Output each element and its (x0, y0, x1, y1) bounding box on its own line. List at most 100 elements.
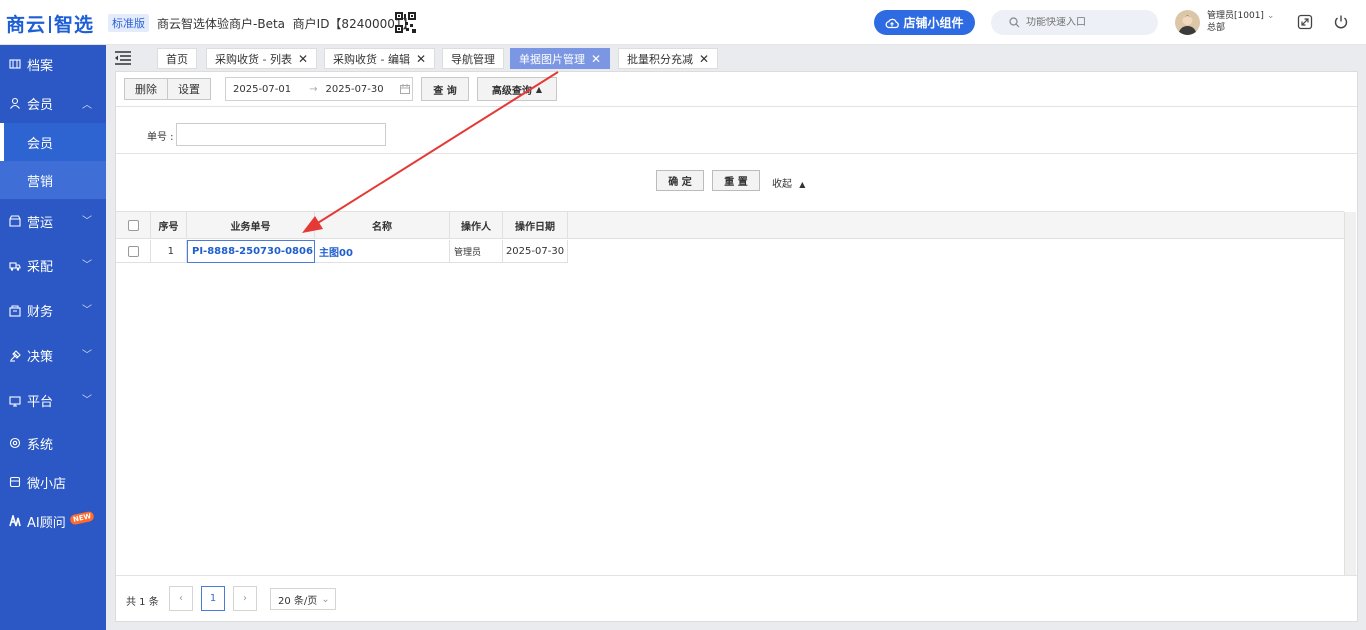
truck-icon (9, 261, 21, 271)
logo: 商云 智选 (6, 14, 95, 36)
user-icon (10, 97, 20, 109)
prev-page-button[interactable]: ‹ (169, 586, 193, 611)
collapse-toggle[interactable]: 收起 ▲ (772, 175, 805, 190)
tabs-bar: 首页 采购收货 - 列表 ✕ 采购收货 - 编辑 ✕ 导航管理 单据图片管理 ✕ 批量… (106, 45, 1366, 71)
tab-purchase-receipt-edit[interactable]: 采购收货 - 编辑 ✕ (324, 48, 436, 69)
top-bar: 商云 智选 标准版 商云智选体验商户-Beta 商户ID【82400001】 店铺… (0, 0, 1366, 45)
confirm-button[interactable]: 确 定 (656, 170, 704, 191)
monitor-icon (9, 395, 21, 407)
doc-no-cell[interactable]: PI-8888-250730-0806 (187, 240, 315, 263)
sidebar: 档案 会员 ︿ 会员 营销 营运 ﹀ 采配 ﹀ 财务 ﹀ 决策 ﹀ 平台 ﹀ 系… (0, 45, 106, 630)
search-input[interactable] (1026, 17, 1146, 28)
page-button[interactable]: 1 (201, 586, 225, 611)
sidebar-item-archive[interactable]: 档案 (0, 45, 106, 83)
column-header[interactable]: 操作日期 (503, 211, 568, 239)
user-menu[interactable]: 管理员[1001] ⌄ 总部 (1207, 10, 1274, 34)
sidebar-item-platform[interactable]: 平台 ﹀ (0, 378, 106, 423)
arrow-right-icon: → (309, 83, 318, 95)
divider (116, 153, 1357, 154)
sidebar-item-system[interactable]: 系统 (0, 423, 106, 463)
tab-purchase-receipt-list[interactable]: 采购收货 - 列表 ✕ (206, 48, 318, 69)
chevron-down-icon: ﹀ (82, 350, 92, 361)
chevron-up-icon: ︿ (82, 100, 92, 111)
chevron-down-icon: ﹀ (82, 260, 92, 271)
close-icon[interactable]: ✕ (298, 52, 308, 66)
settings-button[interactable]: 设置 (168, 78, 211, 100)
tab-navigation-management[interactable]: 导航管理 (442, 48, 504, 69)
chevron-down-icon: ﹀ (82, 395, 92, 406)
column-header[interactable]: 序号 (151, 211, 187, 239)
caret-up-icon: ▲ (799, 180, 806, 189)
avatar[interactable] (1175, 10, 1200, 35)
user-org: 总部 (1207, 23, 1226, 33)
store-widget-button[interactable]: 店铺小组件 (874, 10, 975, 35)
date-start[interactable]: 2025-07-01 (233, 84, 291, 95)
shop-icon (9, 215, 21, 227)
next-page-button[interactable]: › (233, 586, 257, 611)
sidebar-item-procurement[interactable]: 采配 ﹀ (0, 243, 106, 288)
table-row[interactable]: 1 PI-8888-250730-0806 主图00 管理员 2025-07-3… (116, 240, 568, 263)
chevron-right-icon: › (243, 593, 247, 604)
advanced-query-button[interactable]: 高级查询 ▲ (477, 77, 557, 101)
sidebar-subitem-member[interactable]: 会员 (0, 123, 106, 161)
pagination: 共 1 条 ‹ 1 › 20 条/页 ⌄ (116, 575, 1357, 621)
name-cell[interactable]: 主图00 (315, 240, 450, 263)
page-size-select[interactable]: 20 条/页 ⌄ (270, 588, 336, 610)
gear-icon (9, 437, 21, 449)
delete-button[interactable]: 删除 (124, 78, 168, 100)
tab-home[interactable]: 首页 (157, 48, 197, 69)
close-icon[interactable]: ✕ (416, 52, 426, 66)
column-header[interactable]: 名称 (315, 211, 450, 239)
query-button[interactable]: 查 询 (421, 77, 469, 101)
select-all-cell (116, 211, 151, 239)
tab-document-images[interactable]: 单据图片管理 ✕ (510, 48, 611, 69)
qr-code-icon[interactable] (395, 12, 416, 33)
divider (116, 106, 1357, 107)
caret-up-icon: ▲ (535, 84, 543, 94)
date-end[interactable]: 2025-07-30 (326, 84, 384, 95)
date-cell: 2025-07-30 (503, 240, 568, 263)
sidebar-item-microstore[interactable]: 微小店 (0, 463, 106, 501)
column-header[interactable]: 操作人 (450, 211, 503, 239)
row-select-cell (116, 240, 151, 263)
chevron-down-icon: ﹀ (82, 216, 92, 227)
search-icon (1009, 17, 1020, 28)
reset-button[interactable]: 重 置 (712, 170, 760, 191)
name-link[interactable]: 主图00 (319, 244, 353, 259)
merchant-info: 商云智选体验商户-Beta 商户ID【82400001】 (157, 15, 415, 32)
decision-icon (10, 349, 21, 362)
sidebar-item-ai-advisor[interactable]: AI顾问 NEW (0, 501, 106, 541)
close-icon[interactable]: ✕ (699, 52, 709, 66)
sidebar-item-member[interactable]: 会员 ︿ (0, 83, 106, 123)
version-badge: 标准版 (108, 14, 149, 32)
quick-search[interactable] (991, 10, 1158, 35)
user-name: 管理员[1001] (1207, 11, 1264, 21)
doc-no-input[interactable] (176, 123, 386, 146)
fullscreen-icon[interactable] (1297, 14, 1313, 30)
archive-icon (9, 59, 21, 69)
chevron-down-icon: ⌄ (321, 593, 330, 605)
column-header[interactable]: 业务单号 (187, 211, 315, 239)
merchant-name: 商云智选体验商户-Beta (157, 17, 286, 31)
new-badge: NEW (69, 510, 96, 526)
main-panel: 删除 设置 2025-07-01 → 2025-07-30 查 询 高级查询 ▲… (115, 71, 1358, 622)
date-range-picker[interactable]: 2025-07-01 → 2025-07-30 (225, 77, 413, 101)
menu-collapse-icon[interactable] (114, 50, 132, 66)
cloud-icon (886, 18, 900, 28)
power-icon[interactable] (1333, 14, 1349, 30)
sidebar-item-operations[interactable]: 营运 ﹀ (0, 199, 106, 243)
vertical-scrollbar[interactable] (1344, 212, 1356, 575)
sidebar-item-decision[interactable]: 决策 ﹀ (0, 333, 106, 378)
doc-no-link[interactable]: PI-8888-250730-0806 (192, 246, 313, 257)
row-checkbox[interactable] (127, 245, 139, 257)
select-all-checkbox[interactable] (127, 219, 139, 231)
ai-icon (9, 515, 21, 527)
wallet-icon (9, 305, 21, 317)
tab-batch-points[interactable]: 批量积分充减 ✕ (618, 48, 719, 69)
close-icon[interactable]: ✕ (591, 52, 601, 66)
column-header-filler (568, 211, 1344, 239)
calendar-icon (399, 84, 410, 94)
sidebar-item-finance[interactable]: 财务 ﹀ (0, 288, 106, 333)
sidebar-subitem-marketing[interactable]: 营销 (0, 161, 106, 199)
doc-no-label: 单号 : (147, 132, 174, 143)
